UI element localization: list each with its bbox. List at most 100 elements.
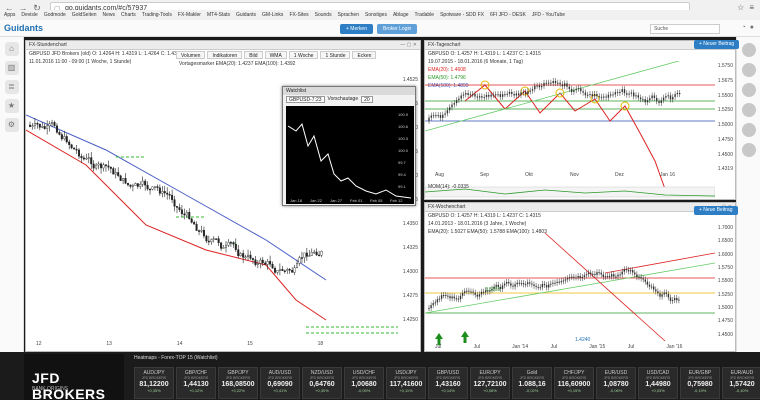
candle-body: [283, 270, 286, 272]
quote-tile[interactable]: EUR/AUD JFD BROKERS 1,57420 -0,40%: [722, 367, 760, 399]
trend-line: [604, 252, 715, 274]
quote-tile[interactable]: CHF/JPY JFD BROKERS 116,60900 +0,15%: [554, 367, 594, 399]
candle-body: [320, 251, 323, 256]
window-controls[interactable]: — ▢ ✕: [400, 41, 417, 50]
toolbar-button[interactable]: 1 Stunde: [320, 51, 351, 59]
quote-tile[interactable]: Gold JFD BROKERS 1.088,16 -0,02%: [512, 367, 552, 399]
bookmark-link[interactable]: Charts: [121, 10, 136, 20]
search-input[interactable]: Suche: [650, 24, 720, 34]
quote-tile[interactable]: NZD/USD JFD BROKERS 0,64760 +0,30%: [302, 367, 342, 399]
candle-body: [144, 180, 147, 186]
quote-broker: JFD BROKERS: [183, 376, 209, 380]
quote-tile[interactable]: AUD/USD JFD BROKERS 0,69090 +0,41%: [260, 367, 300, 399]
bookmark-link[interactable]: Apps: [4, 10, 15, 20]
candle-body: [527, 91, 529, 95]
candle-body: [606, 275, 609, 277]
candle-body: [445, 295, 447, 297]
candle-body: [244, 256, 247, 259]
avatar[interactable]: [741, 103, 756, 117]
quote-tile[interactable]: GBP/JPY JFD BROKERS 168,08500 +0,22%: [218, 367, 258, 399]
quote-broker: JFD BROKERS: [225, 376, 251, 380]
candle-body: [271, 263, 274, 269]
bookmark-link[interactable]: GM-Links: [262, 10, 283, 20]
candle-body: [587, 94, 589, 96]
bookmark-link[interactable]: Sounds: [315, 10, 332, 20]
bookmark-link[interactable]: News: [103, 10, 116, 20]
avatar[interactable]: [741, 43, 756, 57]
x-tick-label: Jan '16: [666, 344, 683, 350]
candle-body: [637, 95, 639, 98]
candle-body: [522, 283, 525, 285]
weekly-price-chart[interactable]: 1.5103 1.4240: [425, 223, 715, 345]
quote-tile[interactable]: EUR/JPY JFD BROKERS 127,72100 +0,08%: [470, 367, 510, 399]
avatar[interactable]: [741, 123, 756, 137]
star-icon[interactable]: ★: [4, 99, 19, 113]
bookmark-link[interactable]: Trading-Tools: [142, 10, 172, 20]
candle-body: [198, 230, 201, 232]
avatar[interactable]: [741, 143, 756, 157]
candle-body: [621, 89, 623, 92]
candle-body: [151, 186, 154, 190]
bookmark-link[interactable]: Spotware - SDD FX: [440, 10, 484, 20]
new-post-button[interactable]: + Neue Beitrag: [694, 206, 738, 215]
bookmark-link[interactable]: Tradable: [415, 10, 435, 20]
avatar[interactable]: [741, 63, 756, 77]
candle-body: [455, 298, 457, 300]
list-icon[interactable]: ≣: [4, 80, 19, 94]
symbol-select[interactable]: GBPUSD-7:23: [286, 96, 325, 103]
bookmark-link[interactable]: GoldSeiten: [72, 10, 97, 20]
quote-change: +0,22%: [231, 388, 245, 393]
quote-tile[interactable]: EUR/USD JFD BROKERS 1,08780 -0,06%: [596, 367, 636, 399]
candle-body: [529, 282, 531, 284]
bookmark-link[interactable]: MT4-Stats: [207, 10, 230, 20]
guidants-logo[interactable]: Guidants: [4, 23, 43, 33]
bookmark-link[interactable]: Sonstiges: [365, 10, 387, 20]
bookmark-link[interactable]: Guidants: [236, 10, 256, 20]
home-icon[interactable]: ⌂: [4, 42, 19, 56]
candle-body: [153, 186, 156, 188]
toolbar-button[interactable]: Ecken: [352, 51, 377, 59]
quote-tile[interactable]: USD/JPY JFD BROKERS 117,41600 +0,11%: [386, 367, 426, 399]
toolbar-button[interactable]: Indikatoren: [207, 51, 243, 59]
user-icon[interactable]: ●: [750, 24, 754, 31]
quote-tile[interactable]: GBP/CHF JFD BROKERS 1,44130 +0,12%: [176, 367, 216, 399]
bookmark-link[interactable]: 6FI JFD - DESK: [490, 10, 526, 20]
candle-body: [286, 269, 289, 271]
candle-body: [632, 270, 634, 273]
candle-body: [649, 98, 651, 101]
quote-tile[interactable]: USD/CHF JFD BROKERS 1,00680 -0,05%: [344, 367, 384, 399]
toolbar-button[interactable]: Volumen: [176, 51, 206, 59]
bookmark-link[interactable]: JFD - YouTube: [532, 10, 565, 20]
chart-icon[interactable]: ▥: [4, 61, 19, 75]
bookmark-link[interactable]: Godmode: [44, 10, 66, 20]
x-tick-label: 12: [36, 341, 42, 347]
candle-body: [242, 253, 245, 258]
candle-body: [630, 92, 633, 94]
bookmark-link[interactable]: Sprachen: [338, 10, 359, 20]
bookmark-link[interactable]: Devisle: [21, 10, 37, 20]
watchlist-popup[interactable]: Watchlist GBPUSD-7:23 Vorschautage 20 Ja…: [282, 86, 416, 206]
bookmark-link[interactable]: Ablage: [393, 10, 409, 20]
toolbar-button[interactable]: 1 Woche: [288, 51, 319, 59]
quote-change: +0,14%: [441, 388, 455, 393]
preview-days-input[interactable]: 20: [361, 96, 373, 103]
avatar[interactable]: [741, 83, 756, 97]
quote-tile[interactable]: GBP/USD JFD BROKERS 1,43160 +0,14%: [428, 367, 468, 399]
toolbar-button[interactable]: Bild: [244, 51, 263, 59]
candle-body: [466, 290, 468, 292]
gear-icon[interactable]: ⚙: [4, 118, 19, 132]
bookmark-link[interactable]: FX-Sites: [289, 10, 308, 20]
quote-tile[interactable]: USD/CAD JFD BROKERS 1,44980 +0,03%: [638, 367, 678, 399]
merken-button[interactable]: + Merken: [340, 24, 373, 34]
toolbar-button[interactable]: WMA: [264, 51, 287, 59]
candle-body: [640, 276, 642, 279]
broker-login-button[interactable]: Broker Login: [376, 24, 418, 34]
new-post-button[interactable]: + Neuer Beitrag: [694, 40, 740, 49]
bookmark-link[interactable]: FX-Makler: [178, 10, 201, 20]
bell-icon[interactable]: ◔: [742, 24, 746, 31]
candle-body: [266, 261, 269, 265]
y-axis: 1.5750 1.5675 1.5500 1.5250 1.5000 1.4750 1.45…: [713, 61, 735, 179]
quote-tile[interactable]: AUD/JPY JFD BROKERS 81,12200 +0,35%: [134, 367, 174, 399]
quote-tile[interactable]: EUR/GBP JFD BROKERS 0,75980 -0,19%: [680, 367, 720, 399]
y-tick-label: 1.4319: [717, 166, 733, 173]
